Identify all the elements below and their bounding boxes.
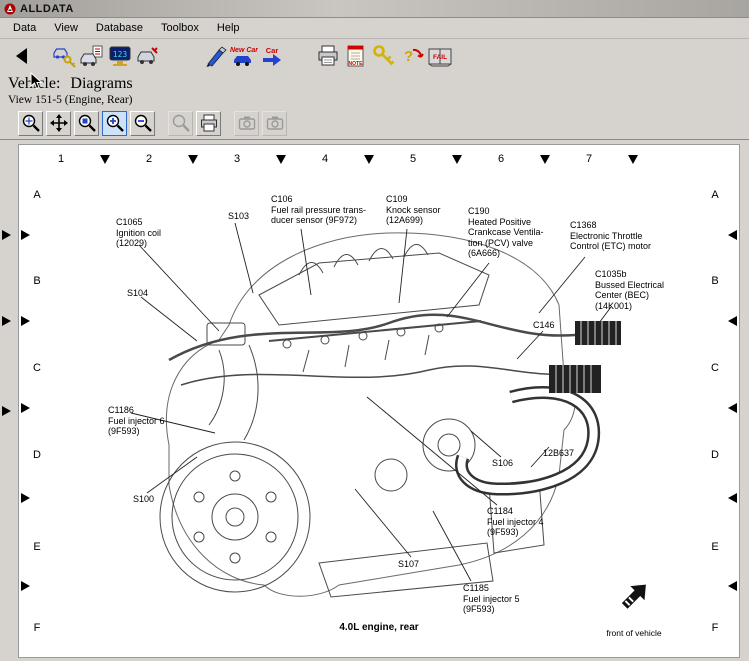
printer-small-icon (199, 113, 219, 133)
callout-C1185: C1185 Fuel injector 5 (9F593) (463, 583, 520, 615)
svg-text:FAIL: FAIL (433, 54, 447, 61)
alldata-window: ALLDATA Data View Database Toolbox Help (0, 0, 749, 139)
callout-12B637: 12B637 (543, 448, 574, 459)
window-title: ALLDATA (20, 3, 74, 15)
svg-text:?: ? (404, 48, 413, 65)
callout-C109: C109 Knock sensor (12A699) (386, 194, 441, 226)
repair-data-button[interactable] (134, 42, 162, 70)
page-title: Vehicle:Diagrams (8, 75, 741, 93)
pen-icon (204, 44, 228, 68)
callout-S106: S106 (492, 458, 513, 469)
zoom-out-button[interactable] (130, 111, 155, 136)
vehicle-select-button[interactable] (50, 42, 78, 70)
camera-disabled-icon (237, 113, 257, 133)
pan-arrows-icon (49, 113, 69, 133)
save-image-button (262, 111, 287, 136)
fail-book-icon: FAIL (426, 44, 454, 68)
car-arrow-icon: Car (260, 44, 284, 68)
title-bar[interactable]: ALLDATA (0, 0, 749, 18)
diagram-viewport: 1 2 3 4 5 6 7 A B C D E F (0, 139, 749, 661)
callout-C1184: C1184 Fuel injector 4 (9F593) (487, 506, 544, 538)
notes-button[interactable]: NOTE (342, 42, 370, 70)
page-heading: Vehicle:Diagrams View 151-5 (Engine, Rea… (0, 72, 749, 107)
diagram-caption: 4.0L engine, rear (299, 622, 459, 633)
callout-C106: C106 Fuel rail pressure trans- ducer sen… (271, 194, 366, 226)
edge-marker-icon (2, 230, 11, 240)
app-icon[interactable] (4, 3, 16, 15)
page-title-value: Diagrams (70, 75, 132, 92)
question-refresh-icon: ? (400, 44, 424, 68)
magnifier-100-icon (77, 113, 97, 133)
car-wrench-icon (136, 44, 160, 68)
display-123-icon: 123 (108, 44, 132, 68)
menu-toolbox[interactable]: Toolbox (152, 19, 208, 37)
edge-marker-icon (2, 406, 11, 416)
menu-view[interactable]: View (45, 19, 87, 37)
menu-database[interactable]: Database (87, 19, 152, 37)
key-icon (372, 44, 396, 68)
refresh-help-button[interactable]: ? (398, 42, 426, 70)
svg-text:123: 123 (113, 50, 128, 59)
copy-image-button (234, 111, 259, 136)
callout-S103: S103 (228, 211, 249, 222)
menu-bar: Data View Database Toolbox Help (0, 18, 749, 39)
callout-C1186: C1186 Fuel injector 6 (9F593) (108, 405, 165, 437)
callout-C190: C190 Heated Positive Crankcase Ventila- … (468, 206, 544, 259)
key-help-button[interactable] (370, 42, 398, 70)
diagram-page[interactable]: 1 2 3 4 5 6 7 A B C D E F (18, 144, 740, 658)
menu-help[interactable]: Help (208, 19, 249, 37)
back-arrow-icon (12, 46, 32, 66)
print-button[interactable] (314, 42, 342, 70)
zoom-disabled-button (168, 111, 193, 136)
current-car-button[interactable]: Car (258, 42, 286, 70)
mouse-cursor (30, 72, 44, 95)
callout-S107: S107 (398, 559, 419, 570)
zoom-100-button[interactable] (74, 111, 99, 136)
pan-button[interactable] (46, 111, 71, 136)
callout-C1368: C1368 Electronic Throttle Control (ETC) … (570, 220, 651, 252)
back-button[interactable] (8, 42, 36, 70)
magnifier-minus-icon (133, 113, 153, 133)
magnifier-crosshair-icon (21, 113, 41, 133)
zoom-in-button[interactable] (102, 111, 127, 136)
edge-marker-icon (2, 316, 11, 326)
camera-disabled-icon-2 (265, 113, 285, 133)
callout-S104: S104 (127, 288, 148, 299)
magnifier-plus-icon (105, 113, 125, 133)
estimator-button[interactable]: 123 (106, 42, 134, 70)
car-key-icon (52, 44, 76, 68)
svg-text:Car: Car (266, 46, 279, 55)
new-car-icon: New Car (230, 44, 258, 68)
print-diagram-button[interactable] (196, 111, 221, 136)
fail-book-button[interactable]: FAIL (426, 42, 454, 70)
new-car-button[interactable]: New Car (230, 42, 258, 70)
zoom-toolbar (0, 107, 749, 139)
main-toolbar: 123 New Car (0, 39, 749, 72)
svg-text:New Car: New Car (230, 47, 258, 54)
page-subtitle: View 151-5 (Engine, Rear) (8, 94, 741, 106)
callout-C146: C146 (533, 320, 555, 331)
vehicle-report-button[interactable] (78, 42, 106, 70)
callout-C1035b: C1035b Bussed Electrical Center (BEC) (1… (595, 269, 664, 311)
callout-S100: S100 (133, 494, 154, 505)
car-document-icon (80, 44, 104, 68)
printer-icon (316, 44, 340, 68)
callout-C1065: C1065 Ignition coil (12029) (116, 217, 161, 249)
front-of-vehicle-label: front of vehicle (579, 628, 689, 638)
front-of-vehicle-arrow-icon (617, 577, 655, 620)
menu-data[interactable]: Data (4, 19, 45, 37)
magnifier-disabled-icon (171, 113, 191, 133)
zoom-region-button[interactable] (18, 111, 43, 136)
note-document-icon: NOTE (344, 44, 368, 68)
svg-text:NOTE: NOTE (349, 61, 364, 67)
highlight-pen-button[interactable] (202, 42, 230, 70)
